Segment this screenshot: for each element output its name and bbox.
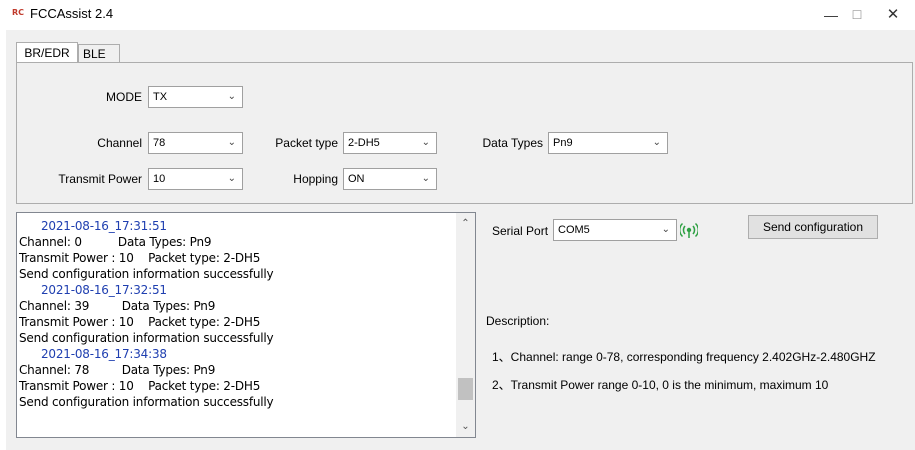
data-types-label: Data Types	[482, 136, 543, 150]
description-item: 2、Transmit Power range 0-10, 0 is the mi…	[492, 378, 829, 392]
log-line: Send configuration information successfu…	[19, 331, 274, 345]
chevron-down-icon: ⌄	[661, 224, 670, 235]
description-heading: Description:	[486, 314, 550, 328]
channel-select[interactable]: 78 ⌄	[148, 132, 243, 154]
mode-select[interactable]: TX ⌄	[148, 86, 243, 108]
scroll-down-arrow-icon[interactable]: ⌄	[456, 418, 475, 435]
chevron-down-icon: ⌄	[227, 173, 236, 184]
title-bar: RC FCCAssist 2.4 — ☐ ✕	[0, 0, 915, 30]
log-timestamp: 2021-08-16_17:34:38	[41, 347, 167, 361]
log-line: Send configuration information successfu…	[19, 267, 274, 281]
send-configuration-button[interactable]: Send configuration	[748, 215, 878, 239]
data-types-value: Pn9	[553, 137, 573, 149]
connected-signal-icon	[680, 222, 698, 238]
tab-ble[interactable]: BLE	[78, 44, 120, 63]
transmit-power-label: Transmit Power	[58, 172, 142, 186]
chevron-down-icon: ⌄	[227, 91, 236, 102]
channel-label: Channel	[97, 136, 142, 150]
log-line: Transmit Power : 10 Packet type: 2-DH5	[19, 379, 261, 393]
log-timestamp: 2021-08-16_17:32:51	[41, 283, 167, 297]
hopping-label: Hopping	[293, 172, 338, 186]
hopping-select[interactable]: ON ⌄	[343, 168, 437, 190]
serial-port-select[interactable]: COM5 ⌄	[553, 219, 677, 241]
log-line: Channel: 78 Data Types: Pn9	[19, 363, 216, 377]
hopping-value: ON	[348, 173, 365, 185]
window-title: FCCAssist 2.4	[30, 6, 114, 21]
chevron-down-icon: ⌄	[227, 137, 236, 148]
mode-label: MODE	[106, 90, 142, 104]
packet-type-value: 2-DH5	[348, 137, 380, 149]
packet-type-label: Packet type	[275, 136, 338, 150]
close-button[interactable]: ✕	[878, 4, 908, 26]
chevron-down-icon: ⌄	[421, 137, 430, 148]
description-item: 1、Channel: range 0-78, corresponding fre…	[492, 350, 876, 364]
log-line: Channel: 0 Data Types: Pn9	[19, 235, 212, 249]
mode-value: TX	[153, 91, 168, 103]
maximize-button[interactable]: ☐	[842, 4, 872, 26]
scroll-up-arrow-icon[interactable]: ⌃	[456, 215, 475, 232]
log-line: Channel: 39 Data Types: Pn9	[19, 299, 216, 313]
serial-port-value: COM5	[558, 224, 590, 236]
app-logo-icon: RC	[12, 8, 25, 17]
tab-br-edr[interactable]: BR/EDR	[16, 42, 78, 63]
channel-value: 78	[153, 137, 166, 149]
log-line: Transmit Power : 10 Packet type: 2-DH5	[19, 315, 261, 329]
scrollbar-thumb[interactable]	[458, 377, 473, 400]
log-line: Send configuration information successfu…	[19, 395, 274, 409]
log-scrollbar[interactable]: ⌃ ⌄	[456, 213, 475, 437]
log-timestamp: 2021-08-16_17:31:51	[41, 219, 167, 233]
data-types-select[interactable]: Pn9 ⌄	[548, 132, 668, 154]
packet-type-select[interactable]: 2-DH5 ⌄	[343, 132, 437, 154]
transmit-power-value: 10	[153, 173, 166, 185]
chevron-down-icon: ⌄	[652, 137, 661, 148]
chevron-down-icon: ⌄	[421, 173, 430, 184]
transmit-power-select[interactable]: 10 ⌄	[148, 168, 243, 190]
serial-port-label: Serial Port	[492, 224, 549, 238]
log-line: Transmit Power : 10 Packet type: 2-DH5	[19, 251, 261, 265]
log-output[interactable]: 2021-08-16_17:31:51 Channel: 0 Data Type…	[16, 212, 476, 438]
